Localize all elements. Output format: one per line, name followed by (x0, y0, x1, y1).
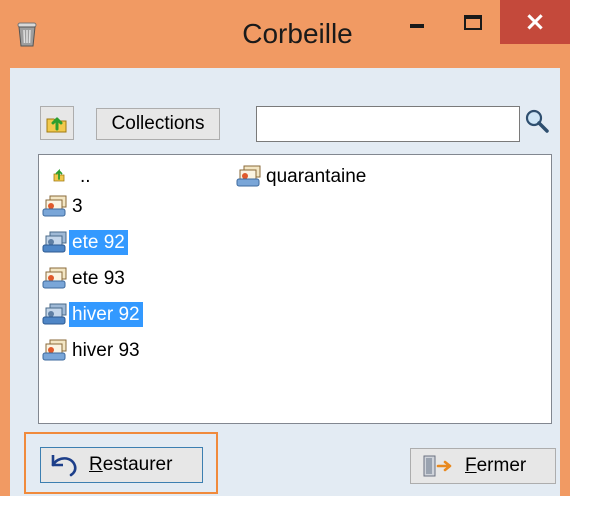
close-label: Fermer (465, 455, 527, 476)
parent-folder-icon (53, 168, 65, 182)
collections-button[interactable]: Collections (96, 108, 220, 140)
go-up-button[interactable] (40, 106, 74, 140)
collection-list[interactable]: .. 3 ete 92 ete 93 hiver 92 hiver 93 qua… (38, 154, 552, 424)
list-item-label: ete 93 (72, 267, 125, 289)
exit-door-icon (423, 455, 452, 477)
restore-button[interactable]: Restaurer (40, 447, 203, 483)
collection-icon (42, 339, 67, 361)
title-bar[interactable]: Corbeille × (0, 0, 570, 68)
list-item-label: quarantaine (266, 165, 367, 187)
collection-icon (42, 195, 67, 217)
collection-icon (42, 267, 67, 289)
close-window-button[interactable]: × (500, 0, 570, 44)
close-button[interactable]: Fermer (410, 448, 556, 484)
collection-icon (42, 303, 67, 325)
collection-icon (236, 165, 261, 187)
maximize-button[interactable] (448, 2, 498, 42)
dialog-body: Collections .. 3 ete 92 ete 93 hiver 92 … (10, 68, 560, 496)
magnifier-icon[interactable] (524, 108, 550, 134)
search-input[interactable] (256, 106, 520, 142)
minimize-icon (410, 24, 424, 28)
list-item[interactable]: 3 (41, 193, 86, 219)
close-icon: × (524, 7, 546, 37)
undo-arrow-icon (51, 455, 77, 477)
folder-up-icon (46, 117, 67, 133)
list-item[interactable]: hiver 93 (41, 337, 143, 363)
maximize-icon (464, 14, 482, 30)
minimize-button[interactable] (392, 2, 442, 42)
list-item-label: hiver 93 (72, 339, 140, 361)
list-item-label: ete 92 (69, 229, 128, 255)
list-item-selected[interactable]: hiver 92 (41, 301, 143, 327)
list-item-selected[interactable]: ete 92 (41, 229, 128, 255)
list-item[interactable]: ete 93 (41, 265, 128, 291)
list-item-label: 3 (72, 195, 83, 217)
corbeille-window: Corbeille × Collections .. 3 ete 92 ete … (0, 0, 570, 496)
list-item[interactable]: quarantaine (235, 163, 369, 189)
restore-label: Restaurer (89, 454, 173, 475)
list-item-label: .. (80, 165, 91, 187)
list-item-parent[interactable]: .. (49, 163, 94, 189)
collection-icon (42, 231, 67, 253)
list-item-label: hiver 92 (69, 301, 143, 327)
